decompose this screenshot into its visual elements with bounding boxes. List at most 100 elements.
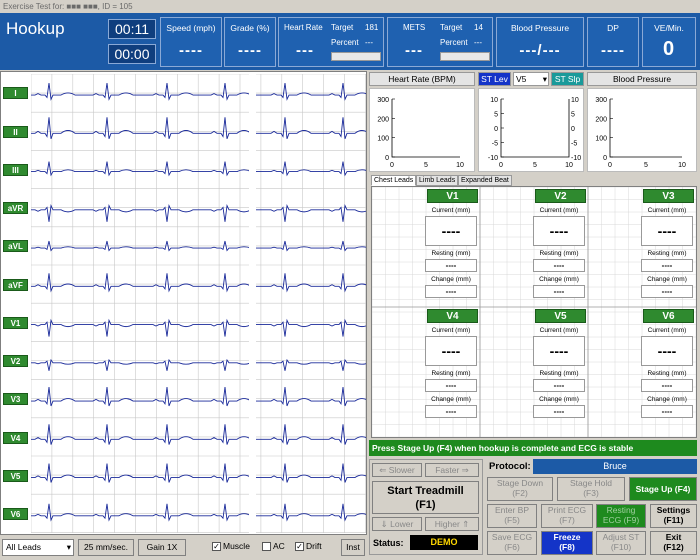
exit-button[interactable]: Exit (F12) (650, 531, 697, 555)
current-label: Current (mm) (539, 207, 579, 214)
start-treadmill-button[interactable]: Start Treadmill (F1) (372, 481, 479, 514)
lead-header: V5 (535, 309, 586, 323)
gain-button[interactable]: Gain 1X (138, 539, 186, 556)
adjust-st-key: (F10) (610, 542, 632, 552)
lead-label-avl: aVL (3, 240, 28, 253)
ecg-display: I II III aVR aVL aVF V1 V2 V3 V4 V5 V6 (0, 71, 367, 535)
hr-target-value: 181 (365, 23, 379, 32)
hr-percent-bar (331, 52, 381, 61)
mode-title: Hookup (6, 19, 65, 38)
freeze-label: Freeze (553, 532, 581, 542)
stage-down-button[interactable]: Stage Down (F2) (487, 477, 553, 501)
x-tick-label: 10 (678, 162, 686, 169)
inst-button[interactable]: Inst (341, 539, 365, 556)
ve-value: 0 (662, 38, 676, 60)
y-tick-label: -5 (492, 141, 498, 148)
x-tick-label: 0 (499, 162, 503, 169)
stage-up-button[interactable]: Stage Up (F4) (629, 477, 697, 501)
print-ecg-key: (F7) (559, 515, 575, 525)
mets-percent-label: Percent (440, 38, 468, 47)
st-lead-value: V5 (516, 74, 527, 84)
chevron-down-icon: ▾ (542, 74, 547, 84)
current-label: Current (mm) (647, 207, 687, 214)
ac-checkbox[interactable]: AC (262, 541, 285, 551)
y-tick-label: 0 (385, 155, 389, 162)
muscle-checkbox[interactable]: ✓ Muscle (212, 541, 250, 551)
x-tick-label: 5 (424, 162, 428, 169)
lead-label-avf: aVF (3, 278, 28, 291)
drift-checkbox[interactable]: ✓ Drift (295, 541, 322, 551)
resting-value: ---- (425, 259, 477, 272)
higher-button[interactable]: Higher ⇑ (425, 517, 479, 531)
lead-select[interactable]: All Leads ▾ (2, 539, 74, 556)
current-label: Current (mm) (431, 207, 471, 214)
speed-button[interactable]: 25 mm/sec. (78, 539, 134, 556)
ac-box (262, 541, 271, 551)
stage-hold-button[interactable]: Stage Hold (F3) (557, 477, 625, 501)
start-key: (F1) (415, 499, 436, 511)
lower-button[interactable]: ⇓ Lower (372, 517, 422, 531)
bp-chart-svg: 300 200 100 00 5 10 (595, 97, 686, 169)
y-tick-label: 5 (494, 112, 498, 119)
lead-box-v2: V2 Current (mm) ---- Resting (mm) ---- Change… (481, 188, 587, 306)
y-tick-label: 0 (494, 126, 498, 133)
slower-button[interactable]: ⇐ Slower (372, 463, 422, 477)
lead-box-v3: V3 Current (mm) ---- Resting (mm) ---- Change… (589, 188, 695, 306)
mets-value: --- (405, 42, 423, 59)
st-lead-select[interactable]: V5 ▾ (513, 72, 549, 86)
hr-target-label: Target (331, 23, 354, 32)
tab-chest-leads[interactable]: Chest Leads (371, 175, 417, 186)
adjust-st-button[interactable]: Adjust ST (F10) (596, 531, 646, 555)
y2-tick-label: 5 (571, 112, 575, 119)
y-tick-label: 300 (377, 97, 389, 104)
print-ecg-button[interactable]: Print ECG (F7) (541, 504, 593, 528)
print-ecg-label: Print ECG (547, 505, 587, 515)
window-title: Exercise Test for: ■■■ ■■■, ID = 105 (0, 0, 700, 13)
save-ecg-button[interactable]: Save ECG (F6) (487, 531, 537, 555)
enter-bp-button[interactable]: Enter BP (F5) (487, 504, 537, 528)
lead-header: V2 (535, 189, 586, 203)
check-icon: ✓ (212, 541, 221, 551)
resting-value: ---- (425, 379, 477, 392)
faster-button[interactable]: Faster ⇒ (425, 463, 479, 477)
mets-percent-value: --- (474, 38, 482, 47)
change-label: Change (mm) (431, 276, 471, 283)
mets-target-value: 14 (474, 23, 483, 32)
freeze-button[interactable]: Freeze (F8) (541, 531, 593, 555)
mets-label: METS (403, 23, 426, 32)
resting-label: Resting (mm) (431, 370, 471, 377)
ecg-traces (31, 74, 366, 533)
change-value: ---- (425, 405, 477, 418)
grade-tile: Grade (%) ---- (224, 17, 276, 67)
heart-rate-label: Heart Rate (284, 23, 323, 32)
stage-hold-label: Stage Hold (569, 478, 613, 488)
exit-label: Exit (665, 532, 682, 542)
current-value: ---- (533, 336, 585, 366)
protocol-value: Bruce (533, 459, 697, 474)
dp-tile: DP ---- (587, 17, 639, 67)
lead-box-v6: V6 Current (mm) ---- Resting (mm) ---- Change… (589, 308, 695, 426)
settings-key: (F11) (663, 515, 684, 525)
lower-label: Lower (390, 519, 414, 529)
heart-rate-tile: Heart Rate --- Target 181 Percent --- (278, 17, 384, 67)
change-label: Change (mm) (431, 396, 471, 403)
resting-value: ---- (641, 379, 693, 392)
change-label: Change (mm) (647, 276, 687, 283)
resting-label: Resting (mm) (431, 250, 471, 257)
lead-label-ii: II (3, 125, 28, 138)
tab-limb-leads[interactable]: Limb Leads (416, 175, 459, 186)
stage-timer: 00:11 (108, 19, 156, 39)
resting-label: Resting (mm) (539, 250, 579, 257)
tab-expanded-beat[interactable]: Expanded Beat (458, 175, 512, 186)
x-tick-label: 0 (608, 162, 612, 169)
resting-ecg-button[interactable]: Resting ECG (F9) (596, 504, 646, 528)
st-slp-button[interactable]: ST Slp (551, 72, 584, 86)
drift-label: Drift (306, 541, 322, 551)
resting-label: Resting (mm) (647, 250, 687, 257)
status-label: Status: (373, 538, 404, 548)
current-value: ---- (641, 216, 693, 246)
settings-button[interactable]: Settings (F11) (650, 504, 697, 528)
st-lev-button[interactable]: ST Lev (478, 72, 511, 86)
y-tick-label: 200 (377, 116, 389, 123)
lead-label-v6: V6 (3, 508, 28, 521)
